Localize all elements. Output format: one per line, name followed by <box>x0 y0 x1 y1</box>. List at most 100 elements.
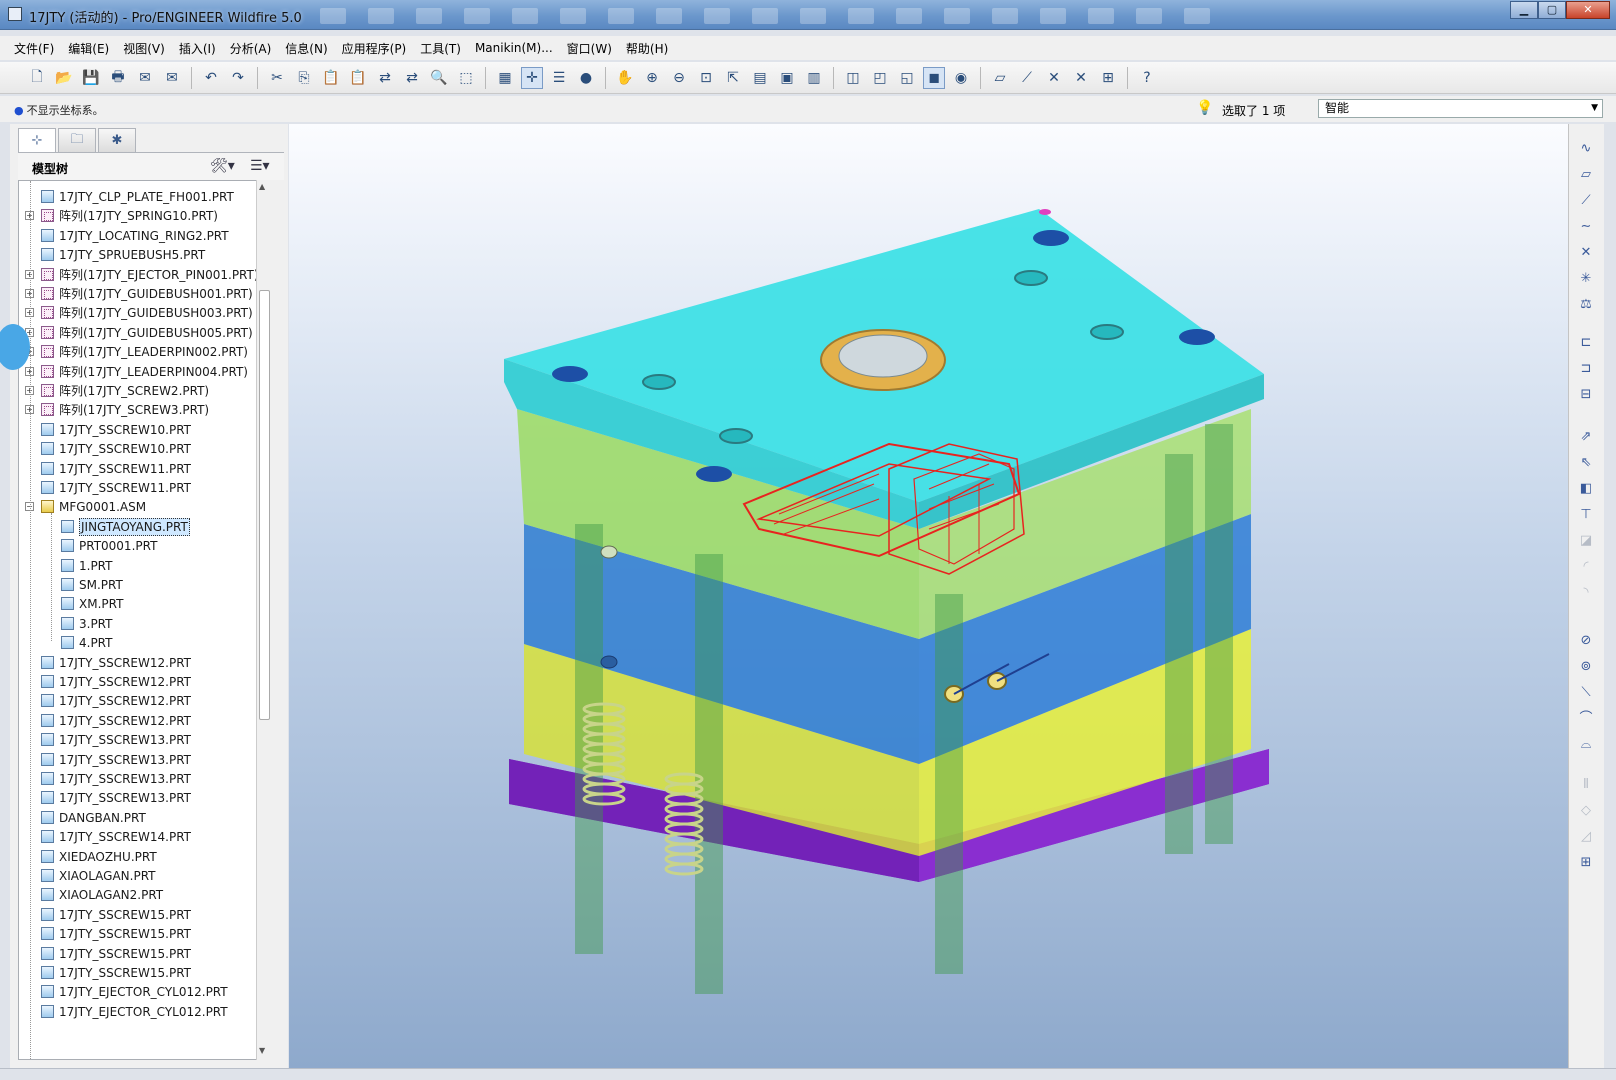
selection-filter-dropdown[interactable]: 智能 ▼ <box>1318 99 1603 118</box>
graphics-window[interactable] <box>289 124 1569 1068</box>
side-bolt[interactable] <box>600 545 618 559</box>
shaded-icon[interactable]: ◼ <box>923 66 945 89</box>
tree-row[interactable]: + 阵列(17JTY_EJECTOR_PIN001.PRT) <box>19 265 271 285</box>
tree-row[interactable]: 17JTY_SSCREW10.PRT <box>19 439 271 459</box>
tab-folder-browser[interactable]: 🗀 <box>58 128 96 152</box>
model-tree-scrollbar[interactable]: ▲ ▼ <box>256 180 272 1060</box>
merge-icon[interactable]: ◇ <box>1575 800 1597 822</box>
shell-icon[interactable]: ⊚ <box>1575 656 1597 678</box>
screw-boss[interactable] <box>642 374 676 390</box>
app-icon[interactable] <box>8 7 22 21</box>
tree-row[interactable]: 17JTY_SPRUEBUSH5.PRT <box>19 245 271 265</box>
tab-favorites[interactable]: ✱ <box>98 128 136 152</box>
tree-row[interactable]: JINGTAOYANG.PRT <box>19 517 271 537</box>
find-icon[interactable]: 🔍 <box>428 67 450 89</box>
shading-icon[interactable]: ● <box>575 67 597 89</box>
create-component-icon[interactable]: ⊐ <box>1575 358 1597 380</box>
tree-row[interactable]: 17JTY_SSCREW15.PRT <box>19 944 271 964</box>
tree-row[interactable]: 17JTY_SSCREW10.PRT <box>19 420 271 440</box>
pattern-icon[interactable]: ⊞ <box>1575 852 1597 874</box>
datum-display-icon[interactable]: ▦ <box>494 67 516 89</box>
tree-row[interactable]: 17JTY_SSCREW13.PRT <box>19 750 271 770</box>
email-link-icon[interactable]: ✉ <box>161 67 183 89</box>
marker-dot[interactable] <box>1039 209 1051 215</box>
regenerate-manager-icon[interactable]: ⇄ <box>401 67 423 89</box>
bolt-hole[interactable] <box>552 366 588 382</box>
menu-item-4[interactable]: 分析(A) <box>230 40 272 57</box>
tree-row[interactable]: 17JTY_SSCREW15.PRT <box>19 905 271 925</box>
tree-row[interactable]: + 阵列(17JTY_SPRING10.PRT) <box>19 206 271 226</box>
tree-row[interactable]: 17JTY_SSCREW11.PRT <box>19 478 271 498</box>
select-box-icon[interactable]: ⬚ <box>455 67 477 89</box>
cavity-icon[interactable]: ⇖ <box>1575 452 1597 474</box>
lightbulb-icon[interactable]: 💡 <box>1196 100 1213 116</box>
scroll-up-icon[interactable]: ▲ <box>259 182 265 191</box>
repeat-icon[interactable]: ⊟ <box>1575 384 1597 406</box>
csys-icon[interactable]: ✳ <box>1575 268 1597 290</box>
tree-row[interactable]: 17JTY_SSCREW13.PRT <box>19 788 271 808</box>
tree-row[interactable]: XIAOLAGAN.PRT <box>19 866 271 886</box>
tree-row[interactable]: XIAOLAGAN2.PRT <box>19 885 271 905</box>
tree-row[interactable]: − MFG0001.ASM <box>19 497 271 517</box>
menu-item-9[interactable]: 窗口(W) <box>567 40 612 57</box>
tree-row[interactable]: 17JTY_EJECTOR_CYL012.PRT <box>19 1002 271 1022</box>
cut-feature-icon[interactable]: ◪ <box>1575 530 1597 552</box>
split-icon[interactable]: ◧ <box>1575 478 1597 500</box>
surface-icon[interactable]: ⌓ <box>1575 734 1597 756</box>
tree-row[interactable]: 17JTY_EJECTOR_CYL012.PRT <box>19 982 271 1002</box>
rib-icon[interactable]: ⟍ <box>1575 682 1597 704</box>
tree-columns-icon[interactable]: ☰▾ <box>250 158 270 174</box>
menu-item-10[interactable]: 帮助(H) <box>626 40 668 57</box>
guide-pin[interactable] <box>1165 454 1193 854</box>
hole-icon[interactable]: ⊘ <box>1575 630 1597 652</box>
email-icon[interactable]: ✉ <box>134 67 156 89</box>
tree-row[interactable]: 17JTY_SSCREW12.PRT <box>19 711 271 731</box>
datum-axes-icon[interactable]: ⟋ <box>1016 67 1038 89</box>
saved-views-icon[interactable]: ▤ <box>749 67 771 89</box>
bolt-hole[interactable] <box>1033 230 1069 246</box>
zoom-out-icon[interactable]: ⊖ <box>668 67 690 89</box>
bolt-hole[interactable] <box>696 466 732 482</box>
menu-item-3[interactable]: 插入(I) <box>179 40 216 57</box>
tree-row[interactable]: + 阵列(17JTY_SCREW3.PRT) <box>19 400 271 420</box>
menu-item-2[interactable]: 视图(V) <box>123 40 165 57</box>
sprue-bushing[interactable] <box>838 334 928 378</box>
mold-assembly-model[interactable] <box>289 124 1569 1068</box>
menu-item-8[interactable]: Manikin(M)... <box>475 41 553 55</box>
scrollbar-thumb[interactable] <box>259 290 270 720</box>
tree-settings-icon[interactable]: 🛠▾ <box>210 158 235 174</box>
coordinate-systems-icon[interactable]: ✕ <box>1070 67 1092 89</box>
guide-pin[interactable] <box>575 524 603 954</box>
trim-icon[interactable]: ◿ <box>1575 826 1597 848</box>
tree-row[interactable]: + 阵列(17JTY_LEADERPIN004.PRT) <box>19 362 271 382</box>
menu-item-0[interactable]: 文件(F) <box>14 40 54 57</box>
paste-special-icon[interactable]: 📋 <box>347 67 369 89</box>
cut-icon[interactable]: ✂ <box>266 67 288 89</box>
spin-center-icon[interactable]: ✛ <box>521 66 543 89</box>
regenerate-icon[interactable]: ⇄ <box>374 67 396 89</box>
tree-row[interactable]: 17JTY_SSCREW12.PRT <box>19 672 271 692</box>
guide-pin[interactable] <box>935 594 963 974</box>
layers-icon[interactable]: ☰ <box>548 67 570 89</box>
tree-row[interactable]: SM.PRT <box>19 575 271 595</box>
tree-row[interactable]: PRT0001.PRT <box>19 536 271 556</box>
tree-row[interactable]: 17JTY_SSCREW12.PRT <box>19 691 271 711</box>
tree-row[interactable]: 17JTY_SSCREW11.PRT <box>19 459 271 479</box>
shaft-icon[interactable]: ⊤ <box>1575 504 1597 526</box>
undo-icon[interactable]: ↶ <box>200 67 222 89</box>
appearance-icon[interactable]: ▥ <box>803 67 825 89</box>
print-icon[interactable]: 🖶 <box>107 67 129 89</box>
screw-boss[interactable] <box>1014 270 1048 286</box>
tree-row[interactable]: + 阵列(17JTY_GUIDEBUSH005.PRT) <box>19 323 271 343</box>
zoom-in-icon[interactable]: ⊕ <box>641 67 663 89</box>
datum-points-icon[interactable]: ✕ <box>1043 67 1065 89</box>
no-hidden-icon[interactable]: ◱ <box>896 67 918 89</box>
tree-row[interactable]: 17JTY_LOCATING_RING2.PRT <box>19 226 271 246</box>
tree-row[interactable]: 4.PRT <box>19 633 271 653</box>
guide-pin[interactable] <box>695 554 723 994</box>
tree-row[interactable]: 3.PRT <box>19 614 271 634</box>
pan-icon[interactable]: ✋ <box>614 67 636 89</box>
tree-row[interactable]: XIEDAOZHU.PRT <box>19 847 271 867</box>
menu-item-1[interactable]: 编辑(E) <box>68 40 109 57</box>
side-bolt[interactable] <box>600 655 618 669</box>
